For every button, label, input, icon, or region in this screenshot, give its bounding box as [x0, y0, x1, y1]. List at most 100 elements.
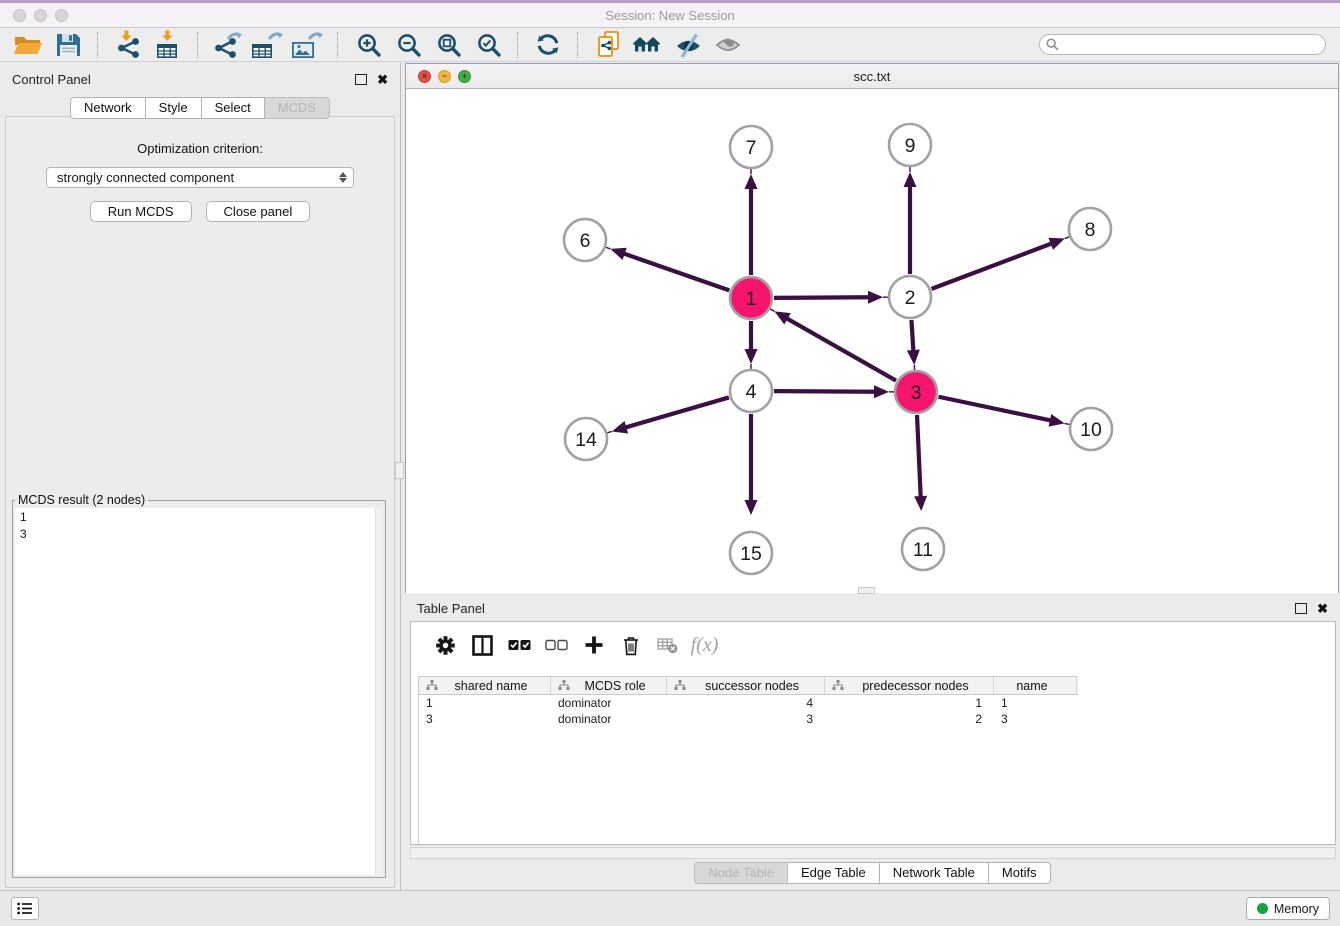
mcds-result-fieldset: MCDS result (2 nodes) 1 3	[12, 493, 386, 878]
vertical-splitter-handle[interactable]	[395, 462, 404, 479]
column-view-button[interactable]	[464, 628, 501, 662]
table-tab-motifs[interactable]: Motifs	[989, 862, 1051, 884]
select-all-button[interactable]	[501, 628, 538, 662]
graph-node-14[interactable]: 14	[565, 418, 607, 460]
graph-edge-1-7[interactable]	[745, 169, 758, 275]
task-history-button[interactable]	[11, 897, 39, 920]
horizontal-splitter-handle[interactable]	[858, 587, 875, 594]
zoom-selected-button[interactable]	[468, 30, 508, 60]
memory-status-dot	[1257, 903, 1268, 914]
graph-node-label: 15	[740, 543, 762, 565]
tab-network[interactable]: Network	[70, 97, 146, 119]
graph-node-6[interactable]: 6	[564, 219, 606, 261]
export-image-button[interactable]	[288, 30, 328, 60]
column-header-predecessor-nodes[interactable]: predecessor nodes	[825, 677, 994, 694]
show-all-nodes-button[interactable]	[628, 30, 668, 60]
table-tab-network-table[interactable]: Network Table	[880, 862, 989, 884]
close-panel-button[interactable]: Close panel	[206, 201, 311, 222]
graph-node-7[interactable]: 7	[730, 126, 772, 168]
graph-node-label: 7	[746, 137, 757, 159]
graph-edge-4-3[interactable]	[774, 385, 894, 398]
column-header-name[interactable]: name	[994, 677, 1077, 694]
graph-node-4[interactable]: 4	[730, 370, 772, 412]
show-all-nodes-icon	[633, 34, 663, 56]
table-panel-tabs: Node TableEdge TableNetwork TableMotifs	[405, 862, 1340, 884]
close-table-panel-icon[interactable]: ✖	[1317, 602, 1328, 615]
table-row[interactable]: 1dominator411	[419, 695, 1078, 711]
zoom-in-button[interactable]	[348, 30, 388, 60]
graph-edge-3-1[interactable]	[770, 309, 896, 381]
network-zoom-button[interactable]: +	[458, 70, 471, 83]
export-table-button[interactable]	[248, 30, 288, 60]
column-header-shared-name[interactable]: shared name	[419, 677, 551, 694]
table-horizontal-scrollbar[interactable]	[410, 847, 1336, 859]
graph-node-8[interactable]: 8	[1069, 208, 1111, 250]
result-scrollbar[interactable]	[375, 508, 383, 875]
close-panel-icon[interactable]: ✖	[377, 73, 388, 86]
memory-button[interactable]: Memory	[1246, 897, 1330, 920]
graph-node-3[interactable]: 3	[895, 371, 937, 413]
delete-table-button[interactable]	[649, 628, 686, 662]
graph-edge-1-4[interactable]	[745, 321, 758, 369]
network-window-title: scc.txt	[406, 69, 1338, 84]
show-hidden-button[interactable]	[708, 30, 748, 60]
graph-edge-2-3[interactable]	[907, 320, 920, 370]
graph-node-15[interactable]: 15	[730, 532, 772, 574]
graph-edge-2-9[interactable]	[904, 167, 917, 274]
graph-edge-4-14[interactable]	[607, 397, 729, 433]
graph-edge-3-10[interactable]	[939, 397, 1070, 427]
table-tab-node-table[interactable]: Node Table	[694, 862, 788, 884]
column-type-icon	[426, 680, 438, 691]
graph-node-1[interactable]: 1	[730, 277, 772, 319]
import-network-button[interactable]	[108, 30, 148, 60]
column-header-successor-nodes[interactable]: successor nodes	[667, 677, 825, 694]
float-table-panel-icon[interactable]	[1295, 603, 1307, 614]
graph-node-10[interactable]: 10	[1070, 408, 1112, 450]
zoom-out-button[interactable]	[388, 30, 428, 60]
graph-edge-3-11[interactable]	[914, 415, 927, 511]
table-cell: 3	[419, 712, 551, 726]
graph-edge-4-15[interactable]	[745, 414, 758, 515]
network-minimize-button[interactable]: −	[438, 70, 451, 83]
float-panel-icon[interactable]	[355, 74, 367, 85]
open-session-button[interactable]	[8, 30, 48, 60]
table-row[interactable]: 3dominator323	[419, 711, 1078, 727]
graph-node-9[interactable]: 9	[889, 124, 931, 166]
graph-node-2[interactable]: 2	[889, 276, 931, 318]
column-type-icon	[674, 680, 686, 691]
graph-node-11[interactable]: 11	[902, 528, 944, 570]
table-tab-edge-table[interactable]: Edge Table	[788, 862, 880, 884]
function-builder-button[interactable]: f(x)	[686, 628, 723, 662]
import-table-button[interactable]	[148, 30, 188, 60]
control-panel-header: Control Panel ✖	[0, 63, 400, 95]
graph-edge-2-8[interactable]	[932, 237, 1070, 289]
network-window-titlebar[interactable]: × − + scc.txt	[406, 64, 1338, 89]
tab-select[interactable]: Select	[202, 97, 265, 119]
hide-selected-button[interactable]	[668, 30, 708, 60]
network-canvas[interactable]: 7 9 6 8 1 2 4 3 14 10 15 11	[406, 89, 1338, 593]
search-input[interactable]	[1039, 34, 1326, 55]
tab-style[interactable]: Style	[146, 97, 202, 119]
criterion-select[interactable]: strongly connected component	[46, 167, 354, 188]
save-session-button[interactable]	[48, 30, 88, 60]
add-row-button[interactable]	[575, 628, 612, 662]
mcds-result-list[interactable]: 1 3	[15, 508, 383, 875]
export-network-icon	[212, 31, 244, 59]
tab-mcds[interactable]: MCDS	[265, 97, 330, 119]
graph-node-label: 3	[911, 382, 922, 404]
apply-layout-button[interactable]	[528, 30, 568, 60]
export-table-icon	[251, 31, 285, 59]
table-toolbar: f(x)	[411, 622, 1335, 668]
delete-row-button[interactable]	[612, 628, 649, 662]
table-settings-button[interactable]	[427, 628, 464, 662]
deselect-all-button[interactable]	[538, 628, 575, 662]
graph-edge-1-6[interactable]	[606, 247, 730, 290]
export-network-button[interactable]	[208, 30, 248, 60]
titlebar: Session: New Session	[0, 3, 1340, 28]
network-close-button[interactable]: ×	[418, 70, 431, 83]
column-header-MCDS-role[interactable]: MCDS role	[551, 677, 667, 694]
graph-edge-1-2[interactable]	[774, 291, 888, 304]
run-mcds-button[interactable]: Run MCDS	[90, 201, 192, 222]
clone-network-button[interactable]	[588, 30, 628, 60]
zoom-fit-button[interactable]	[428, 30, 468, 60]
